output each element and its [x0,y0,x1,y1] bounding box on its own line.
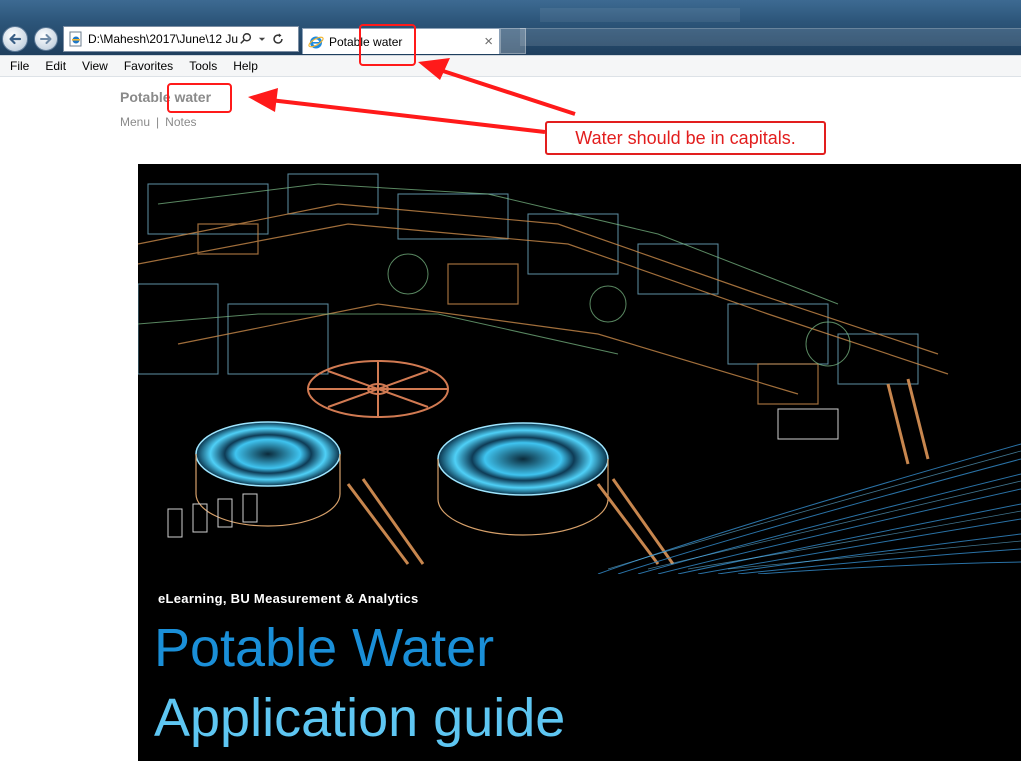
menu-favorites[interactable]: Favorites [118,59,179,73]
address-bar[interactable] [63,26,299,52]
refresh-icon[interactable] [270,31,286,47]
annotation-text: Water should be in capitals. [575,127,796,148]
annotation-callout: Water should be in capitals. [545,121,826,155]
hero-banner: eLearning, BU Measurement & Analytics Po… [138,164,1021,761]
browser-nav-bar: Potable water × [0,0,1021,55]
menu-view[interactable]: View [76,59,114,73]
link-separator: | [156,115,160,129]
arrow-left-icon [9,33,22,45]
menu-bar: File Edit View Favorites Tools Help [0,55,1021,77]
menu-edit[interactable]: Edit [39,59,72,73]
back-button[interactable] [2,26,28,52]
menu-link[interactable]: Menu [120,115,150,129]
new-tab-button[interactable] [500,28,526,54]
hero-subheading: eLearning, BU Measurement & Analytics [158,591,419,606]
notes-link[interactable]: Notes [165,115,196,129]
dropdown-icon[interactable] [254,31,270,47]
water-plant-illustration [138,173,1021,574]
address-input[interactable] [88,29,238,49]
menu-file[interactable]: File [4,59,35,73]
internet-explorer-icon [308,36,324,48]
page-links: Menu | Notes [120,115,197,129]
menu-tools[interactable]: Tools [183,59,223,73]
title-highlight-box [167,83,232,113]
forward-button[interactable] [34,27,58,51]
tab-highlight-box [359,24,416,66]
arrow-right-icon [40,34,52,44]
search-icon[interactable] [238,31,254,47]
page-icon [69,31,82,47]
menu-help[interactable]: Help [227,59,264,73]
close-tab-icon[interactable]: × [484,33,493,50]
hero-subtitle: Application guide [154,688,566,748]
hero-title: Potable Water [154,618,495,678]
